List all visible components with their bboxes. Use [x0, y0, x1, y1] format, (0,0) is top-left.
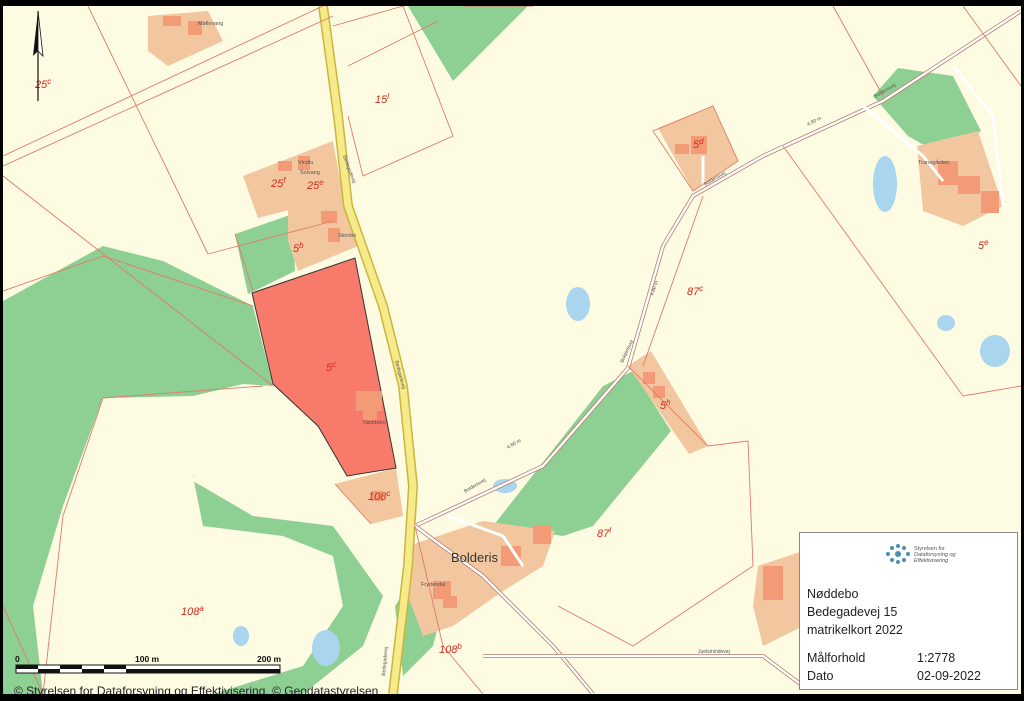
parcel-label: 87c: [687, 284, 703, 298]
scale-bar: 0 100 m 200 m: [15, 654, 287, 678]
place-label: Vindtu: [298, 160, 314, 166]
road-distance-label: 4.80 m: [506, 438, 522, 451]
scale-label: Målforhold: [807, 651, 866, 665]
road-distance-label: 4.80 m: [806, 115, 822, 127]
copyright-text: © Styrelsen for Dataforsyning og Effekti…: [14, 684, 379, 694]
parcel-label: 15l: [375, 92, 389, 106]
place-label: Tranegården: [918, 159, 949, 166]
crown-logo-icon: Styrelsen for Dataforsyning og Effektivi…: [886, 544, 957, 564]
scale-label-100: 100 m: [135, 654, 160, 664]
map-info-box: Styrelsen for Dataforsyning og Effektivi…: [799, 532, 1018, 690]
date-label: Dato: [807, 669, 834, 683]
place-name-label: Bolderis: [451, 550, 498, 565]
scale-bar-graphic: [15, 664, 281, 674]
date-value: 02-09-2022: [917, 669, 981, 683]
place-label: Nøddebo: [363, 420, 386, 426]
scale-value: 1:2778: [917, 651, 956, 665]
map-title: Nøddebo: [807, 587, 859, 601]
agency-logo: Styrelsen for Dataforsyning og Effektivi…: [880, 541, 1000, 567]
scale-label-0: 0: [15, 654, 20, 664]
parcel-label: 5e: [978, 238, 989, 252]
parcel-label: 87l: [597, 526, 611, 540]
place-label: Solvang: [300, 170, 320, 176]
place-label: Møllevang: [198, 21, 223, 27]
logo-text: Effektivisering: [914, 558, 949, 564]
road-label: Bedegadevej: [381, 647, 390, 677]
place-label: Frydendal: [421, 582, 445, 588]
map-address: Bedegadevej 15: [807, 605, 898, 619]
parcel-label: 108b: [439, 642, 462, 656]
parcel-label: 25c: [34, 77, 51, 91]
map-type: matrikelkort 2022: [807, 623, 903, 637]
place-label: Skovbo: [338, 233, 356, 239]
scale-label-200: 200 m: [257, 654, 282, 664]
road-label: Juelsmindevej: [698, 649, 730, 655]
